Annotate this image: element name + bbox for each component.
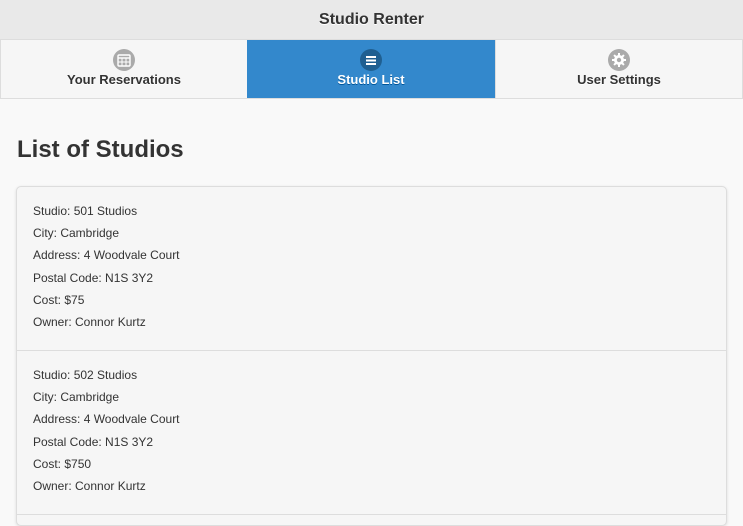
tab-label: Studio List <box>337 72 405 87</box>
gear-icon <box>608 49 630 71</box>
tab-label: User Settings <box>577 72 661 87</box>
studio-name: Studio: 502 Studios <box>33 368 138 382</box>
studio-name: Studio: 501 Studios <box>33 204 138 218</box>
page-title: List of Studios <box>17 136 184 163</box>
studio-address: Address: 4 Woodvale Court <box>33 248 180 263</box>
studio-owner: Owner: Connor Kurtz <box>33 315 146 330</box>
list-icon <box>360 49 382 71</box>
studio-postal-code: Postal Code: N1S 3Y2 <box>33 434 154 449</box>
studio-cost: Cost: $75 <box>33 292 85 307</box>
studio-owner: Owner: Connor Kurtz <box>33 479 146 494</box>
studio-postal-code: Postal Code: N1S 3Y2 <box>33 270 154 285</box>
studio-address: Address: 4 Woodvale Court <box>33 412 180 427</box>
app-header: Studio Renter <box>0 0 743 40</box>
studio-city: City: Cambridge <box>33 390 120 405</box>
calendar-icon <box>113 49 135 71</box>
studio-cost: Cost: $750 <box>33 456 92 471</box>
tab-label: Your Reservations <box>67 72 181 87</box>
tab-your-reservations[interactable]: Your Reservations <box>0 40 247 98</box>
app-title: Studio Renter <box>319 10 424 28</box>
studio-list-item[interactable]: Studio: 501 Studios City: Cambridge Addr… <box>17 187 726 351</box>
studio-city: City: Cambridge <box>33 226 120 241</box>
studio-list: Studio: 501 Studios City: Cambridge Addr… <box>16 186 727 526</box>
tab-user-settings[interactable]: User Settings <box>495 40 743 98</box>
tab-studio-list[interactable]: Studio List <box>247 40 495 98</box>
studio-list-item[interactable]: Studio: 502 Studios City: Cambridge Addr… <box>17 351 726 515</box>
nav-bar: Your Reservations Studio List User Setti… <box>0 40 743 99</box>
